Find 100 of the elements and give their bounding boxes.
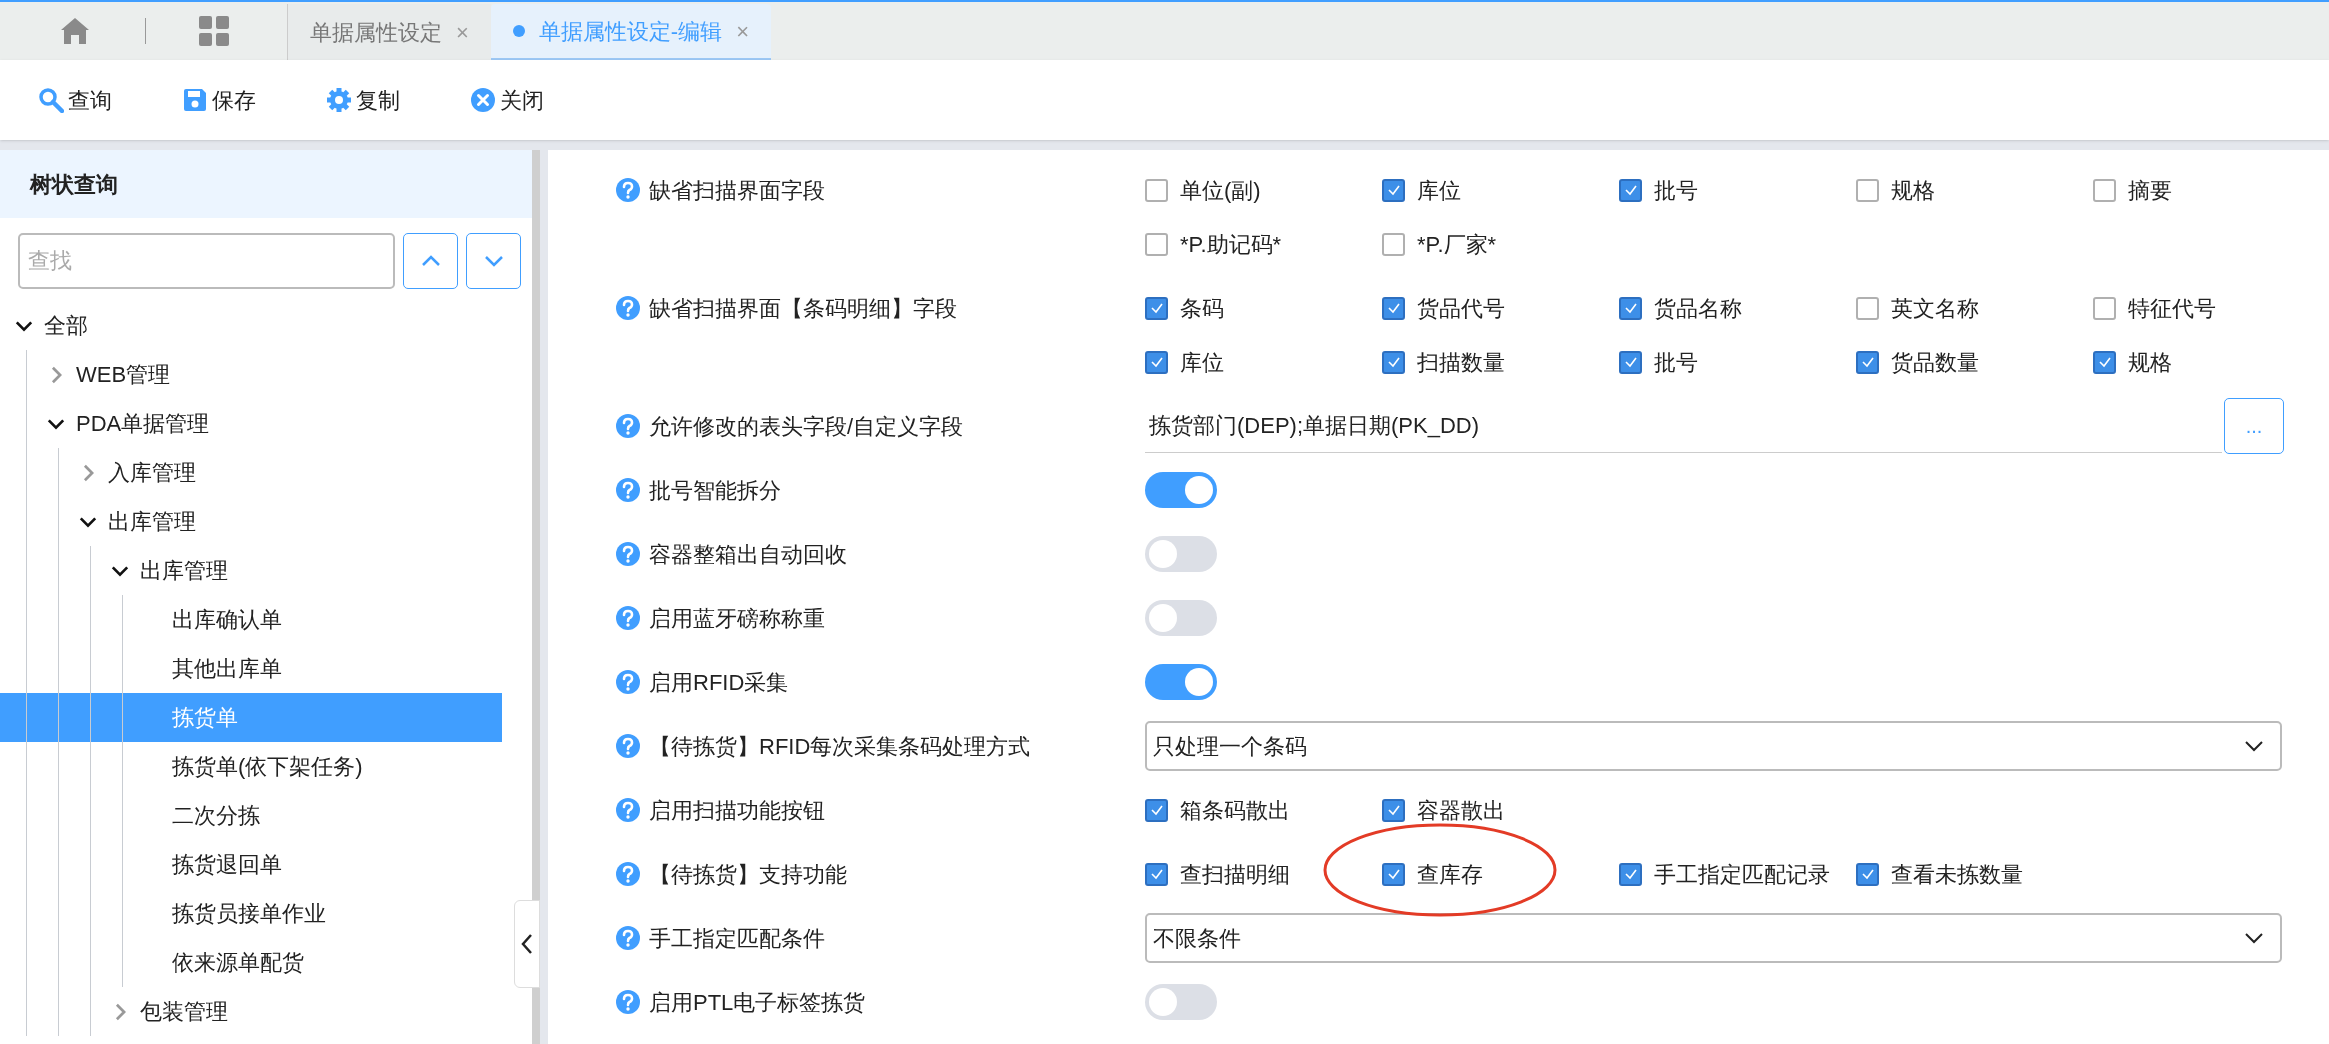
help-icon[interactable]	[615, 295, 641, 321]
checkbox-label: 规格	[2128, 348, 2172, 377]
checkmark-icon	[1386, 867, 1401, 881]
help-icon[interactable]	[615, 989, 641, 1015]
help-icon[interactable]	[615, 925, 641, 951]
setting-label: 【待拣货】支持功能	[649, 860, 847, 889]
tree-item[interactable]: 入库管理	[0, 448, 502, 497]
tree-item[interactable]: PDA单据管理	[0, 399, 502, 448]
chevron-down-icon	[2244, 740, 2264, 752]
previous-button[interactable]	[403, 233, 458, 289]
checkbox[interactable]	[1145, 862, 1168, 886]
checkbox[interactable]	[1145, 350, 1168, 374]
tree-item[interactable]: 出库确认单	[0, 595, 502, 644]
gear-icon	[326, 87, 352, 113]
checkbox[interactable]	[1382, 798, 1405, 822]
help-icon[interactable]	[615, 669, 641, 695]
home-icon[interactable]	[60, 17, 90, 45]
setting-label: 缺省扫描界面字段	[649, 176, 825, 205]
checkmark-icon	[1860, 867, 1875, 881]
tree-item[interactable]: 依来源单配货	[0, 938, 502, 987]
checkbox[interactable]	[1619, 862, 1642, 886]
tree-item[interactable]: 拣货退回单	[0, 840, 502, 889]
checkbox[interactable]	[1145, 798, 1168, 822]
tree-item[interactable]: 出库管理	[0, 546, 502, 595]
checkbox[interactable]	[1619, 350, 1642, 374]
checkbox[interactable]	[2093, 350, 2116, 374]
collapse-sidebar-button[interactable]	[514, 900, 540, 988]
checkbox[interactable]	[1382, 862, 1405, 886]
toggle-switch[interactable]	[1145, 664, 1217, 700]
toggle-switch[interactable]	[1145, 984, 1217, 1020]
tree-item[interactable]: 包装管理	[0, 987, 502, 1036]
help-icon[interactable]	[615, 541, 641, 567]
checkbox[interactable]	[1145, 178, 1168, 202]
help-icon[interactable]	[615, 797, 641, 823]
checkbox-label: *P.厂家*	[1417, 230, 1497, 259]
setting-label: 允许修改的表头字段/自定义字段	[649, 412, 964, 441]
dropdown[interactable]: 只处理一个条码	[1145, 721, 2282, 771]
tab-label: 单据属性设定-编辑	[538, 17, 723, 46]
chevron-up-icon	[420, 255, 441, 267]
help-icon[interactable]	[615, 861, 641, 887]
checkbox[interactable]	[1145, 232, 1168, 256]
tree-item[interactable]: 拣货员接单作业	[0, 889, 502, 938]
help-icon[interactable]	[615, 733, 641, 759]
checkbox-label: 库位	[1417, 176, 1461, 205]
help-icon[interactable]	[615, 477, 641, 503]
checkmark-icon	[1149, 867, 1164, 881]
next-button[interactable]	[466, 233, 521, 289]
tree-item[interactable]: 其他出库单	[0, 644, 502, 693]
toolbar-button[interactable]: 保存	[182, 83, 256, 117]
checkbox-label: *P.助记码*	[1180, 230, 1282, 259]
help-icon[interactable]	[615, 605, 641, 631]
checkbox-label: 库位	[1180, 348, 1224, 377]
tree-item[interactable]: 拣货单(依下架任务)	[0, 742, 502, 791]
search-icon	[38, 87, 64, 113]
checkmark-icon	[2097, 355, 2112, 369]
checkbox-label: 摘要	[2128, 176, 2172, 205]
chevron-down-icon	[2244, 932, 2264, 944]
checkbox-label: 手工指定匹配记录	[1654, 860, 1830, 889]
checkbox[interactable]	[1145, 296, 1168, 320]
checkbox[interactable]	[1856, 350, 1879, 374]
help-icon[interactable]	[615, 177, 641, 203]
help-icon[interactable]	[615, 413, 641, 439]
checkmark-icon	[1386, 355, 1401, 369]
search-field[interactable]: 查找	[18, 233, 395, 289]
checkbox[interactable]	[2093, 178, 2116, 202]
toggle-switch[interactable]	[1145, 472, 1217, 508]
toggle-switch[interactable]	[1145, 536, 1217, 572]
checkbox[interactable]	[2093, 296, 2116, 320]
checkbox[interactable]	[1856, 862, 1879, 886]
checkmark-icon	[1860, 355, 1875, 369]
text-field[interactable]: 拣货部门(DEP);单据日期(PK_DD)	[1145, 399, 2222, 453]
toggle-switch[interactable]	[1145, 600, 1217, 636]
checkmark-icon	[1386, 301, 1401, 315]
checkbox-label: 规格	[1891, 176, 1935, 205]
sidebar-title: 树状查询	[30, 170, 118, 199]
checkbox[interactable]	[1619, 296, 1642, 320]
tree-item[interactable]: 全部	[0, 301, 502, 350]
tree-item[interactable]: WEB管理	[0, 350, 502, 399]
checkbox[interactable]	[1382, 178, 1405, 202]
checkbox[interactable]	[1619, 178, 1642, 202]
toolbar-button[interactable]: 关闭	[470, 83, 544, 117]
chevron-left-icon	[521, 933, 533, 955]
setting-label: 启用扫描功能按钮	[649, 796, 825, 825]
checkbox-label: 扫描数量	[1417, 348, 1505, 377]
toolbar-button[interactable]: 复制	[326, 83, 400, 117]
checkbox[interactable]	[1382, 296, 1405, 320]
checkbox-label: 批号	[1654, 176, 1698, 205]
checkbox[interactable]	[1382, 350, 1405, 374]
checkbox[interactable]	[1856, 178, 1879, 202]
dropdown[interactable]: 不限条件	[1145, 913, 2282, 963]
checkbox[interactable]	[1856, 296, 1879, 320]
tree-item[interactable]: 二次分拣	[0, 791, 502, 840]
tree-item[interactable]: 出库管理	[0, 497, 502, 546]
checkbox-label: 批号	[1654, 348, 1698, 377]
checkmark-icon	[1623, 183, 1638, 197]
setting-label: 启用PTL电子标签拣货	[649, 988, 866, 1017]
grid-icon[interactable]	[199, 16, 229, 46]
toolbar-button[interactable]: 查询	[38, 83, 112, 117]
setting-label: 容器整箱出自动回收	[649, 540, 847, 569]
checkbox[interactable]	[1382, 232, 1405, 256]
